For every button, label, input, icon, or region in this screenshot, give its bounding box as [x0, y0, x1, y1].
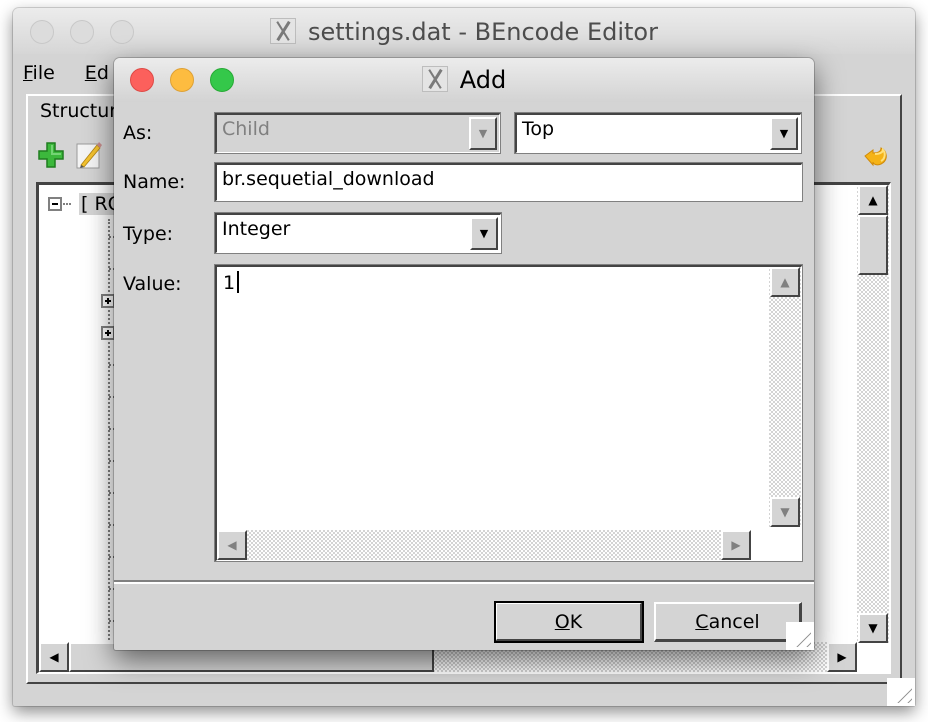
value-textarea[interactable]: 1 ▲ ▼ ◀ ▶ — [214, 264, 803, 562]
value-scroll-up-button[interactable]: ▲ — [770, 267, 800, 297]
name-label: Name: — [123, 171, 186, 193]
scroll-down-button[interactable]: ▼ — [858, 613, 888, 643]
scroll-right-button[interactable]: ▶ — [827, 642, 857, 672]
position-combobox[interactable]: Top ▼ — [514, 112, 802, 154]
value-scroll-right-button[interactable]: ▶ — [721, 530, 751, 560]
value-horizontal-scrollbar[interactable]: ◀ ▶ — [217, 530, 751, 560]
as-label: As: — [123, 122, 153, 144]
main-resize-grip[interactable] — [887, 678, 915, 706]
cancel-button[interactable]: Cancel — [654, 602, 802, 642]
name-input[interactable]: br.sequetial_download — [214, 162, 803, 202]
add-dialog: Add As: Child ▼ Top ▼ Name: br.sequetial… — [114, 58, 814, 650]
value-vertical-scrollbar[interactable]: ▲ ▼ — [769, 267, 801, 527]
tab-structure[interactable]: Structur — [40, 100, 117, 122]
x11-app-icon — [270, 18, 296, 44]
position-dropdown-button[interactable]: ▼ — [770, 117, 798, 150]
expand-icon[interactable] — [101, 326, 115, 340]
x11-app-icon — [421, 66, 448, 92]
dialog-title: Add — [114, 66, 814, 94]
tree-vertical-scrollbar[interactable]: ▲ ▼ — [857, 185, 889, 643]
value-scroll-left-button[interactable]: ◀ — [217, 530, 247, 560]
as-combobox: Child ▼ — [214, 112, 501, 154]
value-scroll-down-button[interactable]: ▼ — [770, 497, 800, 527]
value-text: 1 — [217, 267, 801, 298]
tree-branch-line — [108, 219, 110, 672]
type-dropdown-button[interactable]: ▼ — [470, 217, 498, 250]
as-dropdown-button: ▼ — [469, 117, 497, 150]
type-label: Type: — [123, 223, 174, 245]
text-cursor — [237, 271, 240, 293]
menu-file[interactable]: File — [23, 62, 55, 84]
value-label: Value: — [123, 273, 182, 295]
window-title: settings.dat - BEncode Editor — [13, 18, 915, 46]
scroll-up-button[interactable]: ▲ — [858, 185, 888, 215]
dialog-resize-grip[interactable] — [786, 622, 814, 650]
dialog-titlebar[interactable]: Add — [114, 58, 814, 102]
menu-edit[interactable]: Ed — [85, 62, 109, 84]
menubar: File Ed — [23, 62, 109, 84]
collapse-icon[interactable] — [48, 197, 62, 211]
revert-icon[interactable] — [861, 140, 893, 172]
dialog-separator — [114, 580, 814, 584]
scroll-left-button[interactable]: ◀ — [39, 642, 69, 672]
tree-connector — [63, 203, 71, 205]
vertical-scroll-thumb[interactable] — [858, 215, 888, 275]
edit-node-icon[interactable] — [75, 140, 103, 170]
add-node-icon[interactable] — [37, 141, 65, 169]
main-titlebar[interactable]: settings.dat - BEncode Editor — [13, 8, 915, 54]
ok-button[interactable]: OK — [494, 601, 644, 643]
expand-icon[interactable] — [101, 294, 115, 308]
type-combobox[interactable]: Integer ▼ — [214, 212, 502, 254]
